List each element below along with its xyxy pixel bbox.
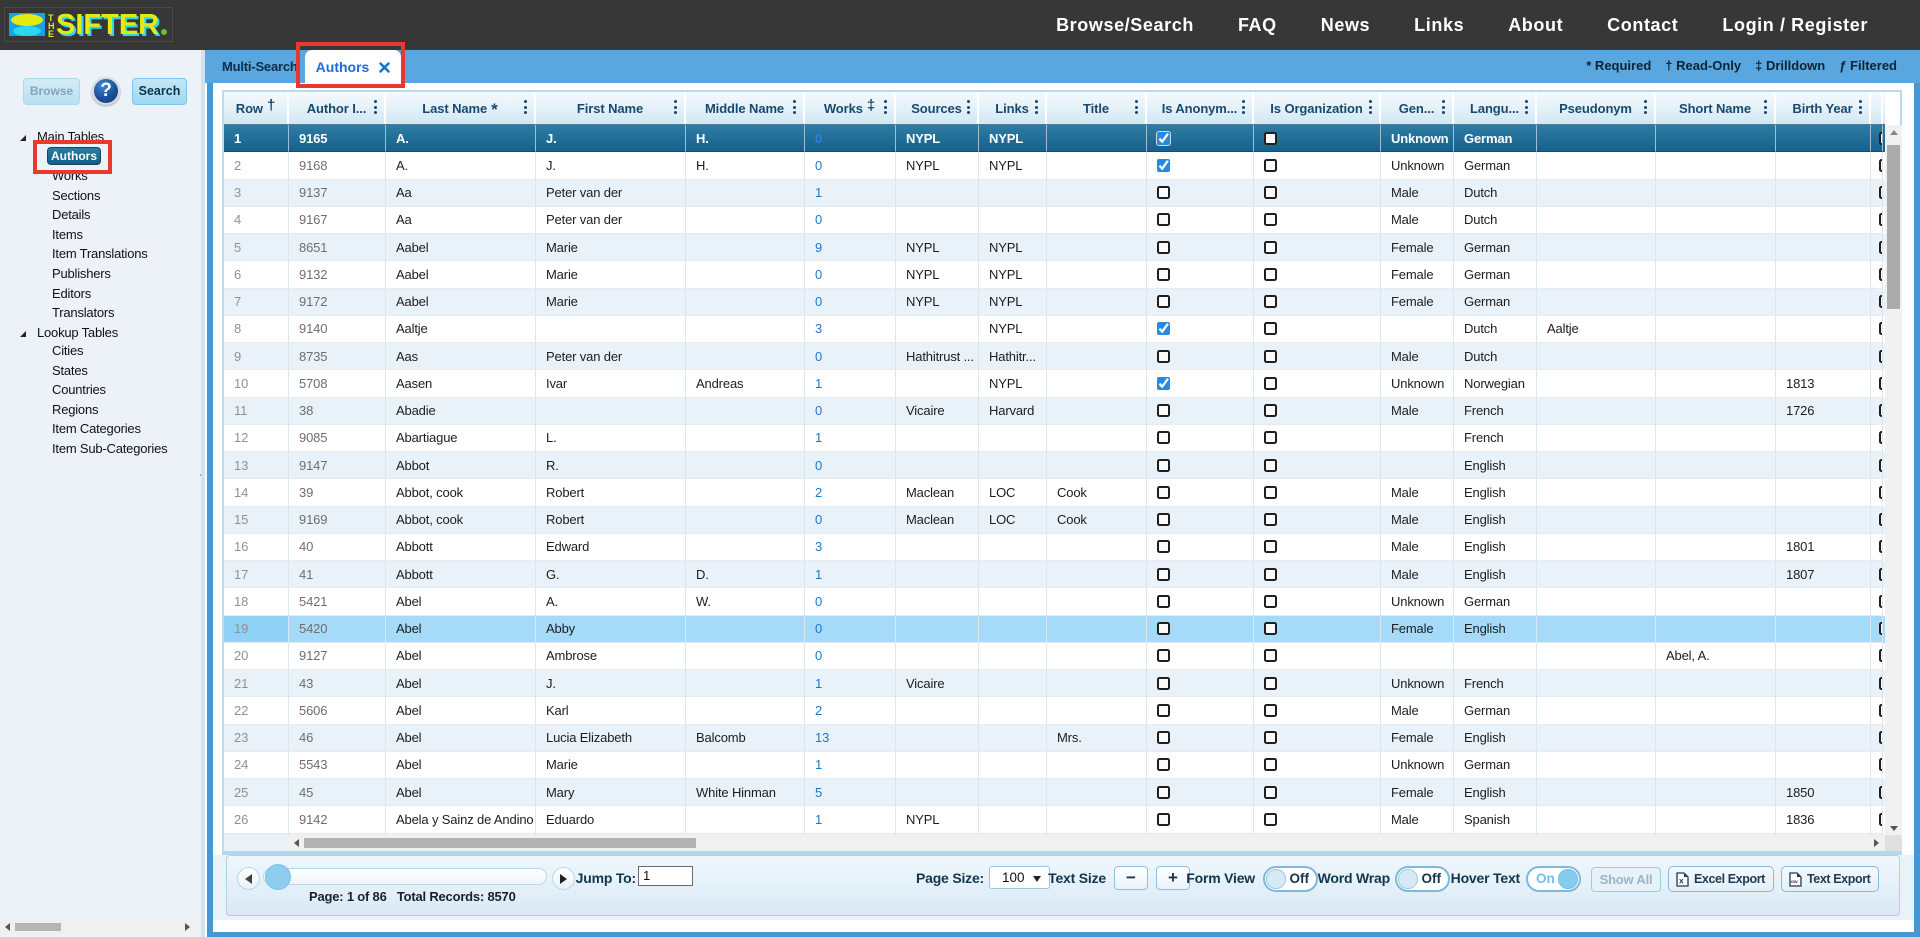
svg-text:E: E [48,29,54,39]
svg-text:SIFTER: SIFTER [56,9,159,40]
svg-text:x: x [1679,875,1684,885]
svg-text:csv: csv [1791,879,1798,884]
